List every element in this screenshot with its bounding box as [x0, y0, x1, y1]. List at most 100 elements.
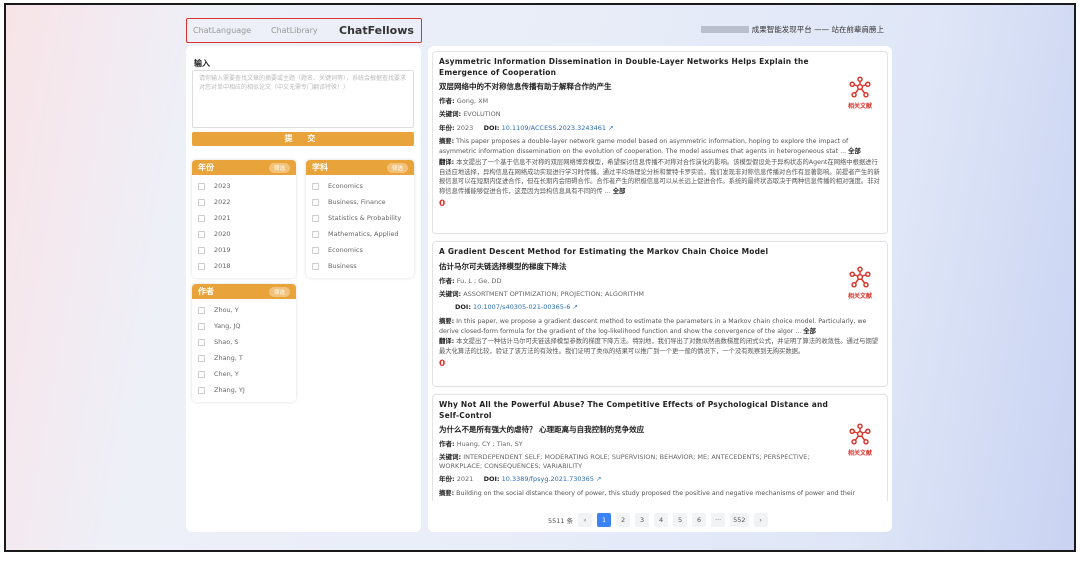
author-option[interactable]: Shao, S	[192, 334, 296, 350]
author-option[interactable]: Zhang, T	[192, 350, 296, 366]
checkbox-icon[interactable]	[198, 198, 205, 206]
doi-link[interactable]: 10.1007/s40305-021-00365-6	[473, 303, 570, 311]
related-docs-button[interactable]: 相关文献	[845, 423, 875, 457]
paper-year-doi: 年份: 2021 DOI: 10.3389/fpsyg.2021.730365 …	[439, 475, 602, 484]
paper-title[interactable]: Why Not All the Powerful Abuse? The Comp…	[439, 400, 839, 421]
related-docs-button[interactable]: 相关文献	[845, 76, 875, 110]
author-option[interactable]: Yang, JQ	[192, 318, 296, 334]
query-textarea[interactable]: 请你输入需要查找文章的摘要或主题（题名、关键词等），系统会根据查找要求对您对单中…	[192, 70, 414, 128]
year-option[interactable]: 2021	[192, 210, 296, 226]
author-filter-button[interactable]: 筛选	[268, 286, 290, 297]
citation-count: 0	[439, 358, 446, 369]
next-page-button[interactable]: ›	[753, 513, 768, 527]
related-docs-icon	[849, 266, 871, 288]
checkbox-icon[interactable]	[198, 386, 205, 394]
checkbox-icon[interactable]	[198, 214, 205, 222]
checkbox-icon[interactable]	[198, 370, 205, 378]
paper-keywords: 关键词: ASSORTMENT OPTIMIZATION; PROJECTION…	[439, 289, 644, 298]
page-button[interactable]: 4	[654, 513, 669, 527]
tab-chatlibrary[interactable]: ChatLibrary	[265, 26, 335, 35]
input-label: 输入	[194, 59, 210, 68]
page-button[interactable]: 2	[616, 513, 631, 527]
paper-authors: 作者: Gong, XM	[439, 97, 489, 105]
subject-option[interactable]: Economics	[306, 178, 414, 194]
tab-chatfellows[interactable]: ChatFellows	[335, 24, 414, 37]
external-link-icon[interactable]: ↗	[596, 475, 601, 483]
paper-year-doi: 年份: 2023 DOI: 10.1109/ACCESS.2023.324346…	[439, 123, 614, 132]
blurred-logo	[700, 26, 749, 33]
related-docs-icon	[849, 76, 871, 98]
checkbox-icon[interactable]	[312, 230, 319, 238]
checkbox-icon[interactable]	[198, 182, 205, 190]
brand-slogan: 成果智能发现平台 —— 站在前辈肩膀上	[700, 24, 884, 35]
subject-option[interactable]: Statistics & Probability	[306, 210, 414, 226]
page-button[interactable]: 3	[635, 513, 650, 527]
checkbox-icon[interactable]	[198, 230, 205, 238]
related-docs-label: 相关文献	[847, 450, 872, 457]
total-count: 5511 条	[548, 517, 574, 525]
paper-title-cn: 估计马尔可夫链选择模型的梯度下降法	[439, 261, 567, 271]
tab-chatlanguage[interactable]: ChatLanguage	[187, 26, 265, 35]
external-link-icon[interactable]: ↗	[573, 303, 578, 311]
author-filter-header: 作者 筛选	[192, 284, 296, 299]
checkbox-icon[interactable]	[312, 198, 319, 206]
paper-abstract: 摘要: Building on the social distance theo…	[439, 489, 856, 497]
page-button[interactable]: 552	[730, 513, 749, 527]
expand-translation-link[interactable]: 全部	[613, 188, 626, 195]
doi-link[interactable]: 10.3389/fpsyg.2021.730365	[502, 475, 594, 483]
page-button[interactable]: 5	[673, 513, 688, 527]
checkbox-icon[interactable]	[312, 182, 319, 190]
paper-title[interactable]: Asymmetric Information Dissemination in …	[439, 57, 839, 78]
year-option[interactable]: 2023	[192, 178, 296, 194]
paper-translation: 翻译: 本文提出了一个基于信息不对称的双层网络博弈模型，希望探讨信息传播不对称对…	[439, 158, 880, 196]
page-button[interactable]: 6	[692, 513, 707, 527]
paper-keywords: 关键词: EVOLUTION	[439, 110, 501, 119]
prev-page-button[interactable]: ‹	[578, 513, 593, 527]
year-filter-header: 年份 筛选	[192, 160, 296, 175]
submit-button[interactable]: 提 交	[192, 132, 414, 146]
expand-abstract-link[interactable]: 全部	[848, 148, 861, 155]
author-option[interactable]: Zhang, YJ	[192, 382, 296, 398]
expand-abstract-link[interactable]: 全部	[803, 328, 816, 335]
top-nav: ChatLanguage ChatLibrary ChatFellows	[186, 18, 422, 43]
paper-abstract: 摘要: In this paper, we propose a gradient…	[439, 317, 867, 335]
checkbox-icon[interactable]	[312, 214, 319, 222]
checkbox-icon[interactable]	[198, 246, 205, 254]
paper-keywords: 关键词: INTERDEPENDENT SELF; MODERATING ROL…	[439, 453, 810, 470]
author-option[interactable]: Chen, Y	[192, 366, 296, 382]
external-link-icon[interactable]: ↗	[608, 124, 613, 132]
subject-option[interactable]: Business, Finance	[306, 194, 414, 210]
year-filter: 年份 筛选 2023 2022 2021 2020 2019 2018	[192, 160, 296, 278]
subject-option[interactable]: Economics	[306, 242, 414, 258]
checkbox-icon[interactable]	[198, 262, 205, 270]
checkbox-icon[interactable]	[312, 262, 319, 270]
related-docs-label: 相关文献	[847, 293, 872, 300]
checkbox-icon[interactable]	[198, 306, 205, 314]
year-option[interactable]: 2019	[192, 242, 296, 258]
related-docs-button[interactable]: 相关文献	[845, 266, 875, 300]
checkbox-icon[interactable]	[198, 338, 205, 346]
year-option[interactable]: 2018	[192, 258, 296, 274]
paper-title[interactable]: A Gradient Descent Method for Estimating…	[439, 247, 839, 258]
checkbox-icon[interactable]	[312, 246, 319, 254]
subject-option[interactable]: Business	[306, 258, 414, 274]
year-filter-title: 年份	[198, 163, 214, 172]
paper-abstract: 摘要: This paper proposes a double-layer n…	[439, 138, 861, 156]
page-button[interactable]: 1	[597, 513, 612, 527]
result-card: Why Not All the Powerful Abuse? The Comp…	[432, 394, 888, 501]
result-card: Asymmetric Information Dissemination in …	[432, 51, 888, 234]
subject-filter-button[interactable]: 筛选	[386, 162, 408, 173]
subject-option[interactable]: Mathematics, Applied	[306, 226, 414, 242]
checkbox-icon[interactable]	[198, 354, 205, 362]
results-list[interactable]: Asymmetric Information Dissemination in …	[432, 51, 888, 501]
checkbox-icon[interactable]	[198, 322, 205, 330]
page-ellipsis[interactable]: ···	[711, 513, 726, 527]
search-panel: 输入 请你输入需要查找文章的摘要或主题（题名、关键词等），系统会根据查找要求对您…	[186, 46, 421, 532]
year-option[interactable]: 2020	[192, 226, 296, 242]
result-card: A Gradient Descent Method for Estimating…	[432, 241, 888, 387]
year-option[interactable]: 2022	[192, 194, 296, 210]
paper-title-cn: 双层网络中的不对称信息传播有助于解释合作的产生	[439, 82, 612, 91]
doi-link[interactable]: 10.1109/ACCESS.2023.3243461	[502, 124, 606, 132]
year-filter-button[interactable]: 筛选	[268, 162, 290, 173]
author-option[interactable]: Zhou, Y	[192, 302, 296, 318]
